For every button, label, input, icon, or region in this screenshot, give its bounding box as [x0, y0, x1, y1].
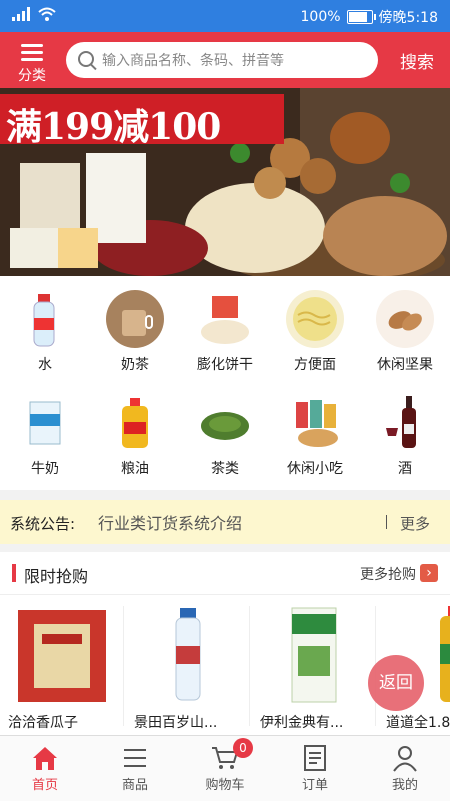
- water-bottle-icon: [16, 290, 74, 348]
- product-name: 道道全1.8: [386, 715, 450, 731]
- category-label: 牛奶: [31, 461, 59, 477]
- product-image: [264, 606, 364, 706]
- category-label: 膨化饼干: [197, 357, 253, 373]
- category-item-milk-tea[interactable]: 奶茶: [90, 276, 180, 376]
- category-item-nuts[interactable]: 休闲坚果: [360, 276, 450, 376]
- noodle-icon: [286, 290, 344, 348]
- category-label: 水: [38, 357, 52, 373]
- top-header: 分类 搜索: [0, 32, 450, 88]
- category-item-tea[interactable]: 茶类: [180, 380, 270, 480]
- user-icon: [391, 744, 419, 772]
- tab-cart[interactable]: 0 购物车: [180, 736, 270, 801]
- category-item-milk[interactable]: 牛奶: [0, 380, 90, 480]
- section-accent-bar: [12, 564, 16, 582]
- category-label: 粮油: [121, 461, 149, 477]
- tab-products[interactable]: 商品: [90, 736, 180, 801]
- category-label: 酒: [398, 461, 412, 477]
- search-box[interactable]: [66, 42, 378, 78]
- product-image: [138, 606, 238, 706]
- almond-icon: [376, 290, 434, 348]
- promo-banner[interactable]: 满199减100: [0, 88, 450, 276]
- biscuit-icon: [196, 290, 254, 348]
- category-label: 茶类: [211, 461, 239, 477]
- category-item-water[interactable]: 水: [0, 276, 90, 376]
- snack-pack-icon: [286, 394, 344, 452]
- category-label: 休闲坚果: [377, 357, 433, 373]
- category-item-snack-biscuit[interactable]: 膨化饼干: [180, 276, 270, 376]
- tea-leaf-icon: [196, 394, 254, 452]
- search-icon: [78, 51, 94, 67]
- notice-text[interactable]: 行业类订货系统介绍: [98, 510, 242, 534]
- product-name: 景田百岁山...: [134, 715, 218, 731]
- milk-tea-icon: [106, 290, 164, 348]
- promo-text: 满199减100: [6, 106, 221, 148]
- system-notice: 系统公告: 行业类订货系统介绍 更多: [0, 500, 450, 544]
- cart-icon: 0: [211, 738, 253, 772]
- tab-label: 商品: [121, 778, 148, 793]
- chevron-right-icon[interactable]: ›: [420, 564, 438, 582]
- divider: [249, 606, 250, 726]
- menu-icon: [21, 44, 43, 61]
- category-label: 奶茶: [121, 357, 149, 373]
- signal-icon: [12, 7, 30, 25]
- status-bar: 100% 傍晚5:18: [0, 0, 450, 32]
- tab-home[interactable]: 首页: [0, 736, 90, 801]
- flash-sale-more-link[interactable]: 更多抢购: [360, 564, 416, 584]
- wine-bottle-icon: [376, 394, 434, 452]
- search-button[interactable]: 搜索: [400, 48, 434, 73]
- category-label: 休闲小吃: [287, 461, 343, 477]
- category-item-grain-oil[interactable]: 粮油: [90, 380, 180, 480]
- battery-percent: 100%: [300, 9, 341, 25]
- divider: [0, 594, 450, 595]
- tab-label: 我的: [391, 778, 418, 793]
- battery-icon: [346, 10, 376, 24]
- notice-divider: [386, 515, 387, 529]
- tab-profile[interactable]: 我的: [360, 736, 450, 801]
- product-card[interactable]: 景田百岁山...: [126, 606, 250, 736]
- flash-sale-title: 限时抢购: [24, 567, 89, 586]
- product-card[interactable]: 伊利金典有...: [252, 606, 376, 736]
- category-item-instant-noodle[interactable]: 方便面: [270, 276, 360, 376]
- tab-label: 订单: [301, 778, 328, 793]
- tab-orders[interactable]: 订单: [270, 736, 360, 801]
- category-item-wine[interactable]: 酒: [360, 380, 450, 480]
- order-icon: [301, 744, 329, 772]
- product-name: 伊利金典有...: [260, 715, 344, 731]
- product-name: 洽洽香瓜子: [8, 715, 78, 731]
- category-item-snacks[interactable]: 休闲小吃: [270, 380, 360, 480]
- notice-more-link[interactable]: 更多: [400, 513, 430, 534]
- category-grid: 水 奶茶 膨化饼干 方便面 休闲坚果 牛奶 粮油 茶类 休闲小吃 酒: [0, 276, 450, 490]
- tab-label: 购物车: [205, 778, 245, 793]
- promo-ribbon: 满199减100: [0, 94, 284, 148]
- home-icon: [31, 744, 59, 772]
- bottom-tab-bar: 首页 商品 0 购物车 订单 我的: [0, 735, 450, 801]
- cart-count-badge: 0: [233, 738, 253, 758]
- list-icon: [121, 744, 149, 772]
- category-label: 方便面: [294, 357, 336, 373]
- wifi-icon: [38, 7, 56, 25]
- product-card[interactable]: 洽洽香瓜子: [0, 606, 124, 736]
- divider: [123, 606, 124, 726]
- clock: 傍晚5:18: [378, 10, 438, 26]
- milk-carton-icon: [16, 394, 74, 452]
- search-input[interactable]: [100, 49, 374, 73]
- category-label: 分类: [18, 68, 46, 84]
- oil-bottle-icon: [106, 394, 164, 452]
- product-image: [12, 606, 112, 706]
- category-button[interactable]: 分类: [10, 40, 54, 84]
- tab-label: 首页: [31, 778, 58, 793]
- back-button[interactable]: 返回: [368, 655, 424, 711]
- notice-title: 系统公告:: [10, 515, 76, 533]
